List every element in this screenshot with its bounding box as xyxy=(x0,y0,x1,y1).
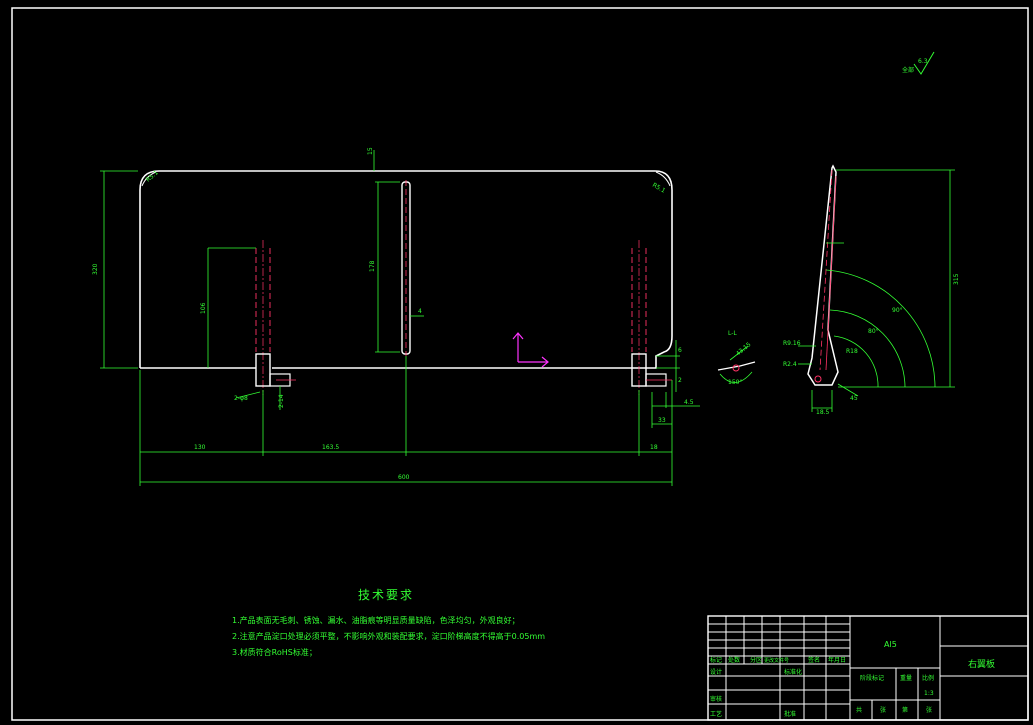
side-height: 315 xyxy=(953,273,960,285)
hdr-count: 处数 xyxy=(728,656,740,664)
dim-center-top: 15 xyxy=(367,147,374,155)
right-slot xyxy=(631,240,672,395)
notes-line-1: 1.产品表面无毛刺、锈蚀、漏水、油脂痕等明显质量缺陷，色泽均匀，外观良好； xyxy=(232,616,520,625)
hdr-sign: 签名 xyxy=(808,656,820,664)
notes-line-3: 3.材质符合RoHS标准； xyxy=(232,648,317,657)
bottom-number: 第 xyxy=(902,706,908,714)
dim-side-slot-len: 106 xyxy=(200,302,207,314)
row-approve: 批准 xyxy=(784,710,796,718)
notes-line-2: 2.注意产品淀口处理必须平整，不影响外观和装配要求，淀口阶梯高度不得高于0.05… xyxy=(232,632,546,641)
scale-label: 比例 xyxy=(922,674,934,682)
detail-angle: 150° xyxy=(728,379,742,386)
bottom-total: 共 xyxy=(856,706,862,714)
part-name: 右翼板 xyxy=(968,658,995,670)
dim-right-c: 6 xyxy=(678,347,682,354)
row-standard: 标准化 xyxy=(784,668,802,676)
bottom-sheets: 张 xyxy=(880,706,886,714)
dim-right-b: 33 xyxy=(658,417,666,424)
side-radius-3: R2.4 xyxy=(783,361,797,368)
front-dimensions xyxy=(100,150,700,486)
notes-title: 技术要求 xyxy=(358,588,415,602)
side-angle-outer: 90° xyxy=(892,307,903,314)
material-value: Al5 xyxy=(884,640,897,649)
side-radius-2: R18 xyxy=(846,348,858,355)
hdr-change-doc: 更改文件号 xyxy=(764,657,789,664)
dim-base-left: 130 xyxy=(194,444,206,451)
side-view-outline xyxy=(807,164,839,386)
finish-value: 6.3 xyxy=(918,58,928,65)
drawing-frame xyxy=(11,7,1029,721)
row-process: 工艺 xyxy=(710,710,722,718)
scale-value: 1:3 xyxy=(924,690,934,697)
dim-right-d: 2 xyxy=(678,377,682,384)
hdr-mark: 标记 xyxy=(710,656,722,664)
side-angle-inner: 80° xyxy=(868,328,879,335)
left-slot xyxy=(255,240,296,395)
stage-label: 阶段标记 xyxy=(860,674,884,682)
detail-label: L-L xyxy=(728,330,737,337)
finish-prefix: 全部 xyxy=(902,66,914,74)
hdr-zone: 分区 xyxy=(750,656,762,664)
dim-center-slot-len: 178 xyxy=(369,260,376,272)
dim-base-right: 18 xyxy=(650,444,658,451)
side-base-width: 18.5 xyxy=(816,409,830,416)
dim-hole-left: 2-φ8 xyxy=(234,395,248,402)
ucs-axis-icon xyxy=(512,332,549,368)
hdr-date: 年月日 xyxy=(828,656,846,664)
dim-hole-left-width: 2-14 xyxy=(278,394,285,408)
dim-base-mid: 163.5 xyxy=(322,444,339,451)
dim-right-a: 4.5 xyxy=(684,399,694,406)
front-view: R5.1 R5.1 320 15 178 4 106 2-φ8 2-14 130… xyxy=(92,147,700,486)
bottom-sheet: 张 xyxy=(926,706,932,714)
corner-right-label: R5.1 xyxy=(651,182,667,195)
dim-center-slot-width: 4 xyxy=(418,308,422,315)
dim-height: 320 xyxy=(92,263,99,275)
row-review: 审核 xyxy=(710,695,722,703)
detail-dim: 43.15 xyxy=(735,341,753,358)
weight-label: 重量 xyxy=(900,674,912,682)
side-radius-1: R9.16 xyxy=(783,340,801,347)
row-design: 设计 xyxy=(710,668,722,676)
detail-view: L-L 150° 43.15 xyxy=(717,330,756,386)
side-dim-small: 45 xyxy=(850,395,858,402)
side-view: 315 90° 80° R9.16 R18 R2.4 18.5 45 xyxy=(783,164,960,416)
dim-total-width: 600 xyxy=(398,474,410,481)
surface-finish-symbol: 全部 6.3 xyxy=(902,51,935,75)
